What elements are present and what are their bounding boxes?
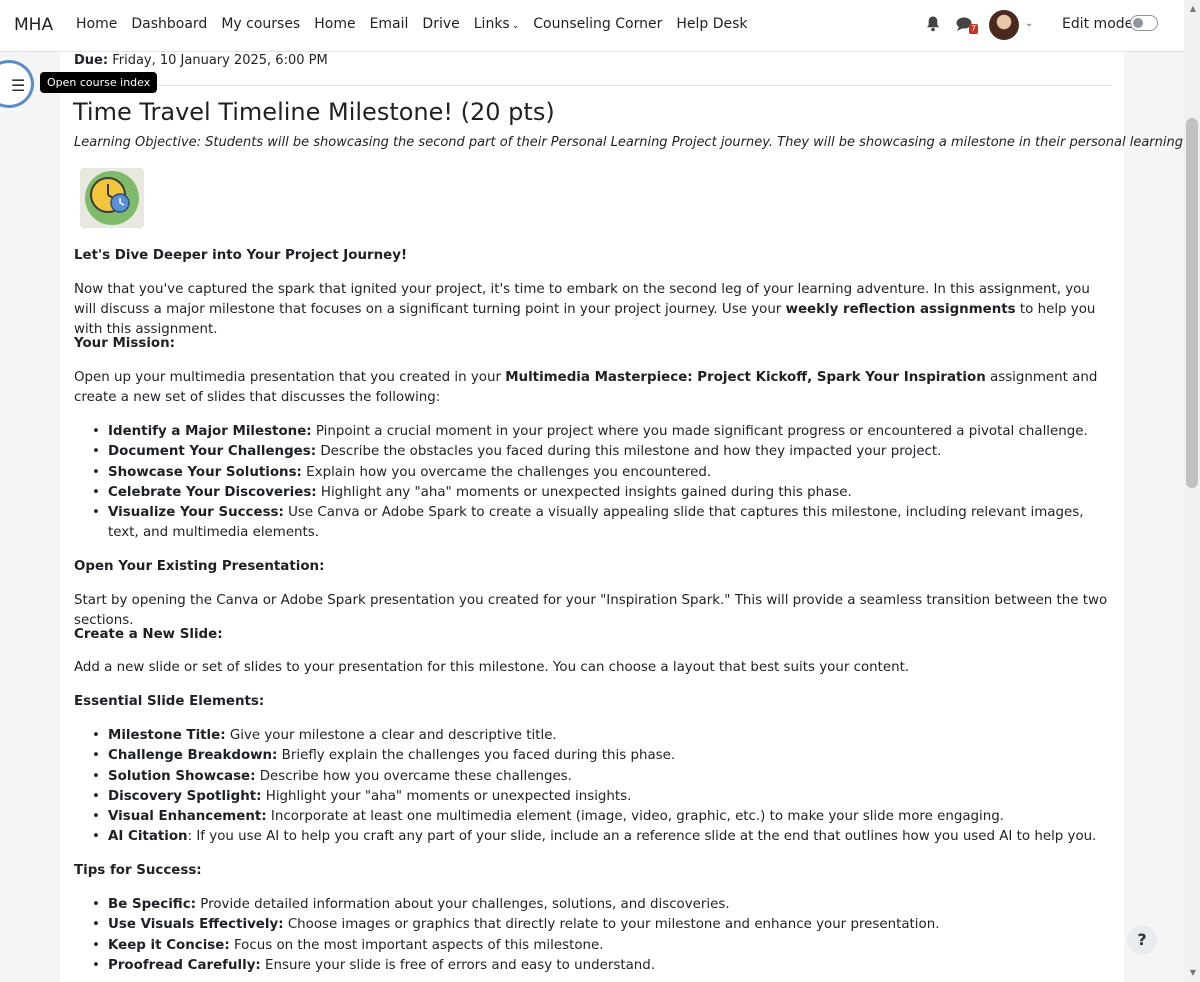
- essential-elements-list: Milestone Title: Give your milestone a c…: [92, 726, 1112, 848]
- list-item: Use Visuals Effectively: Choose images o…: [92, 915, 1112, 936]
- notification-bell-icon[interactable]: [926, 16, 940, 32]
- list-item-label: Document Your Challenges:: [108, 444, 317, 460]
- list-item-text: Ensure your slide is free of errors and …: [260, 957, 656, 973]
- list-item: Celebrate Your Discoveries: Highlight an…: [92, 483, 1112, 504]
- top-navbar: MHA Home Dashboard My courses Home Email…: [0, 0, 1184, 52]
- help-button[interactable]: ?: [1127, 925, 1157, 955]
- list-item-label: Milestone Title:: [108, 728, 226, 743]
- intro-paragraph: Now that you've captured the spark that …: [74, 280, 1114, 340]
- list-item: Identify a Major Milestone: Pinpoint a c…: [92, 422, 1112, 443]
- due-label: Due:: [74, 53, 109, 68]
- list-item-label: Visual Enhancement:: [108, 809, 267, 825]
- list-item: Milestone Title: Give your milestone a c…: [92, 726, 1112, 747]
- list-item-label: Showcase Your Solutions:: [108, 464, 302, 480]
- create-slide-text: Add a new slide or set of slides to your…: [74, 660, 910, 675]
- list-item: Keep it Concise: Focus on the most impor…: [92, 936, 1112, 957]
- mission-paragraph: Open up your multimedia presentation tha…: [74, 368, 1114, 408]
- mission-list: Identify a Major Milestone: Pinpoint a c…: [92, 422, 1112, 544]
- user-menu-chevron-icon[interactable]: ⌄: [1025, 18, 1033, 29]
- list-item: Visualize Your Success: Use Canva or Ado…: [92, 503, 1112, 544]
- clock-icon: [85, 171, 139, 225]
- list-item-label: Visualize Your Success:: [108, 505, 284, 521]
- course-index-tooltip: Open course index: [40, 72, 158, 93]
- list-item-text: Give your milestone a clear and descript…: [225, 728, 557, 743]
- primary-navigation: Home Dashboard My courses Home Email Dri…: [76, 16, 762, 32]
- divider: [74, 85, 1112, 86]
- list-item-label: Solution Showcase:: [108, 768, 256, 784]
- scroll-down-arrow-icon[interactable]: ▼: [1190, 968, 1196, 977]
- intro-bold-text: weekly reflection assignments: [785, 302, 1016, 317]
- dive-deeper-heading: Let's Dive Deeper into Your Project Jour…: [74, 248, 408, 263]
- list-item-text: Incorporate at least one multimedia elem…: [266, 809, 1004, 825]
- list-item-text: Choose images or graphics that directly …: [283, 917, 940, 933]
- due-value: Friday, 10 January 2025, 6:00 PM: [112, 53, 328, 68]
- list-item-label: AI Citation: [108, 829, 188, 845]
- list-item-label: Proofread Carefully:: [108, 957, 261, 973]
- list-item: Challenge Breakdown: Briefly explain the…: [92, 746, 1112, 767]
- nav-link-links-label: Links: [473, 16, 510, 32]
- scroll-up-arrow-icon[interactable]: ▲: [1190, 4, 1196, 13]
- list-item-label: Discovery Spotlight:: [108, 788, 262, 804]
- nav-link-help-desk[interactable]: Help Desk: [676, 16, 747, 32]
- list-item-label: Celebrate Your Discoveries:: [108, 484, 317, 500]
- list-item-label: Be Specific:: [108, 897, 197, 912]
- tips-heading: Tips for Success:: [74, 863, 202, 878]
- list-item-label: Keep it Concise:: [108, 937, 230, 953]
- mission-heading: Your Mission:: [74, 336, 175, 351]
- list-item-text: Highlight any "aha" moments or unexpecte…: [316, 484, 852, 500]
- list-item-text: Highlight your "aha" moments or unexpect…: [261, 788, 632, 804]
- mission-text-1: Open up your multimedia presentation tha…: [74, 370, 506, 385]
- edit-mode-label: Edit mode: [1062, 16, 1134, 32]
- list-item: Proofread Carefully: Ensure your slide i…: [92, 956, 1112, 977]
- nav-link-email[interactable]: Email: [370, 16, 409, 32]
- list-item-text: : If you use AI to help you craft any pa…: [187, 829, 1097, 845]
- essential-elements-heading: Essential Slide Elements:: [74, 694, 265, 709]
- site-brand[interactable]: MHA: [14, 15, 53, 35]
- list-item-label: Use Visuals Effectively:: [108, 917, 284, 933]
- nav-link-counseling-corner[interactable]: Counseling Corner: [533, 16, 662, 32]
- list-item-text: Provide detailed information about your …: [196, 897, 730, 912]
- list-item-label: Identify a Major Milestone:: [108, 424, 312, 439]
- course-index-button[interactable]: ☰: [0, 60, 34, 108]
- list-item-text: Briefly explain the challenges you faced…: [277, 748, 676, 764]
- open-presentation-heading: Open Your Existing Presentation:: [74, 559, 325, 574]
- nav-link-links[interactable]: Links ⌄: [474, 16, 520, 32]
- nav-link-dashboard[interactable]: Dashboard: [131, 16, 207, 32]
- list-item-label: Challenge Breakdown:: [108, 748, 278, 764]
- message-count-badge: 7: [969, 24, 979, 34]
- chevron-down-icon: ⌄: [511, 21, 520, 31]
- tips-list: Be Specific: Provide detailed informatio…: [92, 895, 1112, 976]
- learning-objective: Learning Objective: Students will be sho…: [74, 135, 1200, 150]
- list-item-text: Describe the obstacles you faced during …: [316, 444, 942, 460]
- nav-link-home-2[interactable]: Home: [314, 16, 355, 32]
- list-item-text: Focus on the most important aspects of t…: [229, 937, 604, 953]
- edit-mode-toggle[interactable]: [1130, 15, 1158, 31]
- nav-link-drive[interactable]: Drive: [422, 16, 459, 32]
- page-title: Time Travel Timeline Milestone! (20 pts): [73, 98, 555, 126]
- user-avatar[interactable]: [989, 10, 1019, 40]
- list-item-text: Pinpoint a crucial moment in your projec…: [311, 424, 1088, 439]
- list-item: AI Citation: If you use AI to help you c…: [92, 827, 1112, 848]
- list-item: Document Your Challenges: Describe the o…: [92, 442, 1112, 463]
- clock-illustration-image: [80, 168, 144, 228]
- list-item: Showcase Your Solutions: Explain how you…: [92, 463, 1112, 484]
- vertical-scrollbar[interactable]: ▲ ▼: [1184, 0, 1200, 982]
- nav-link-home[interactable]: Home: [76, 16, 117, 32]
- list-item-text: Explain how you overcame the challenges …: [301, 464, 712, 480]
- create-slide-heading: Create a New Slide:: [74, 627, 223, 642]
- list-item: Be Specific: Provide detailed informatio…: [92, 895, 1112, 916]
- scrollbar-thumb[interactable]: [1186, 118, 1198, 488]
- list-item: Visual Enhancement: Incorporate at least…: [92, 807, 1112, 828]
- nav-link-my-courses[interactable]: My courses: [221, 16, 300, 32]
- list-item: Solution Showcase: Describe how you over…: [92, 767, 1112, 788]
- mission-bold-text: Multimedia Masterpiece: Project Kickoff,…: [505, 370, 986, 385]
- list-icon: ☰: [11, 76, 26, 95]
- list-item-text: Describe how you overcame these challeng…: [255, 768, 572, 784]
- list-item: Discovery Spotlight: Highlight your "aha…: [92, 787, 1112, 808]
- due-date: Due: Friday, 10 January 2025, 6:00 PM: [74, 53, 328, 68]
